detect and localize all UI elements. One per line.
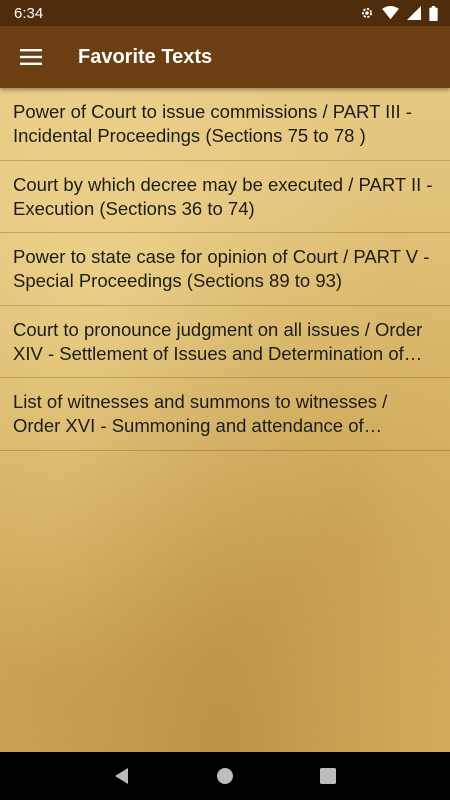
gear-icon <box>362 8 372 18</box>
app-bar: Favorite Texts <box>0 26 450 88</box>
list-item[interactable]: Court to pronounce judgment on all issue… <box>0 306 450 378</box>
list-item[interactable]: Power to state case for opinion of Court… <box>0 233 450 306</box>
cellular-icon <box>407 6 421 20</box>
status-icons <box>360 5 438 21</box>
favorites-list: Power of Court to issue commissions / PA… <box>0 88 450 752</box>
back-icon <box>114 768 128 784</box>
menu-button[interactable] <box>0 26 62 88</box>
home-icon <box>216 768 233 784</box>
list-item[interactable]: Power of Court to issue commissions / PA… <box>0 88 450 161</box>
back-button[interactable] <box>98 752 146 800</box>
status-bar: 6:34 <box>0 0 450 26</box>
list-item[interactable]: List of witnesses and summons to witness… <box>0 378 450 451</box>
navigation-bar <box>0 752 450 800</box>
list-item-text: List of witnesses and summons to witness… <box>13 391 388 436</box>
list-item[interactable]: Court by which decree may be executed / … <box>0 161 450 233</box>
status-time: 6:34 <box>14 4 44 22</box>
recents-icon <box>320 768 337 784</box>
home-button[interactable] <box>201 752 249 800</box>
list-item-text: Power of Court to issue commissions / PA… <box>13 101 412 146</box>
list-item-text: Power to state case for opinion of Court… <box>13 246 430 291</box>
list-item-text: Court to pronounce judgment on all issue… <box>13 318 423 364</box>
menu-icon <box>20 49 42 65</box>
page-title: Favorite Texts <box>78 45 213 68</box>
wifi-icon <box>382 6 399 20</box>
battery-icon <box>429 5 438 21</box>
list-item-text: Court by which decree may be executed / … <box>13 173 433 219</box>
recents-button[interactable] <box>304 752 352 800</box>
